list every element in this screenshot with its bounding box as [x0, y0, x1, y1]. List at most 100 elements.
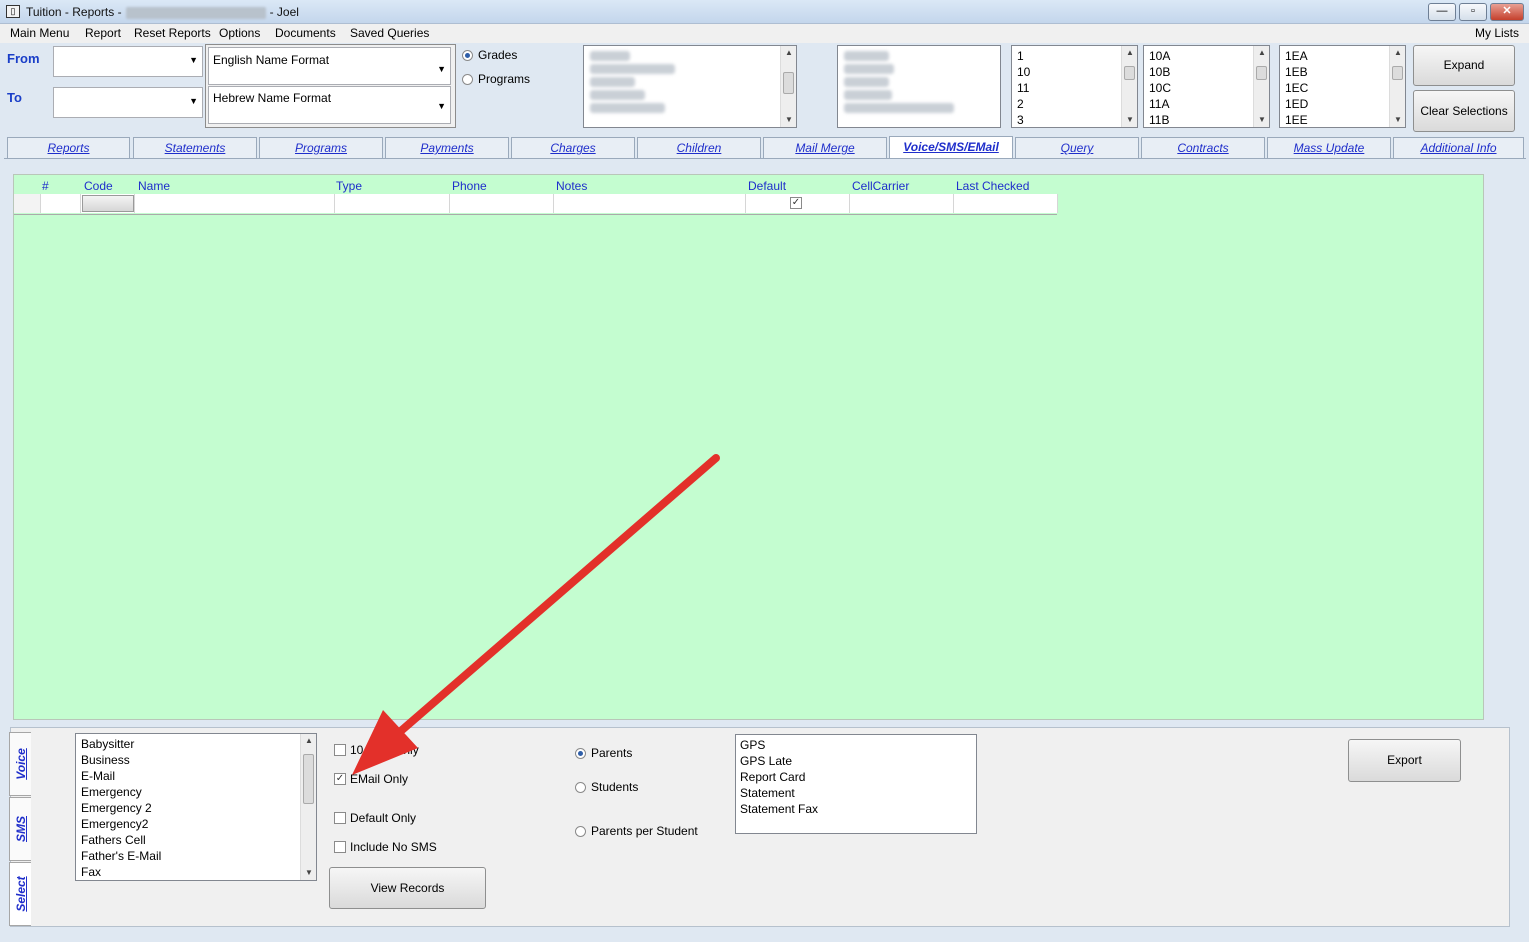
scroll-down-icon[interactable]: ▼: [781, 113, 796, 127]
vtab-voice[interactable]: Voice: [9, 732, 31, 796]
students-radio[interactable]: [575, 782, 586, 793]
scroll-thumb[interactable]: [1124, 66, 1135, 80]
list-item[interactable]: 1EC: [1280, 80, 1405, 96]
list-item[interactable]: 1EB: [1280, 64, 1405, 80]
grades-radio[interactable]: [462, 50, 473, 61]
families-listbox[interactable]: [837, 45, 1001, 128]
cell-default[interactable]: ✓: [746, 194, 850, 213]
contacts-grid[interactable]: # Code Name Type Phone Notes Default Cel…: [13, 174, 1484, 720]
list-item[interactable]: Father's E-Mail: [76, 848, 316, 864]
tab-contracts[interactable]: Contracts: [1141, 137, 1265, 158]
tab-statements[interactable]: Statements: [133, 137, 257, 158]
scroll-up-icon[interactable]: ▲: [301, 734, 316, 748]
menu-options[interactable]: Options: [219, 26, 260, 40]
scroll-thumb[interactable]: [1256, 66, 1267, 80]
expand-button[interactable]: Expand: [1413, 45, 1515, 86]
email-only-checkbox[interactable]: ✓: [334, 773, 346, 785]
code-lookup-button[interactable]: [82, 195, 134, 212]
list-item[interactable]: Emergency2: [76, 816, 316, 832]
scroll-up-icon[interactable]: ▲: [1122, 46, 1137, 60]
list-item[interactable]: 11B: [1144, 112, 1269, 127]
list-item[interactable]: Babysitter: [76, 736, 316, 752]
tab-reports[interactable]: Reports: [7, 137, 130, 158]
list-item[interactable]: Emergency: [76, 784, 316, 800]
tab-mail-merge[interactable]: Mail Merge: [763, 137, 887, 158]
hebrew-name-format-combo[interactable]: Hebrew Name Format ▼: [208, 86, 451, 124]
cell-last-checked[interactable]: [954, 194, 1058, 213]
scroll-up-icon[interactable]: ▲: [1254, 46, 1269, 60]
list-item[interactable]: 11: [1012, 80, 1137, 96]
cell-code[interactable]: [81, 194, 135, 213]
scroll-thumb[interactable]: [783, 72, 794, 94]
list-item[interactable]: Business: [76, 752, 316, 768]
list-item[interactable]: GPS: [736, 737, 976, 753]
col-header-type[interactable]: Type: [336, 179, 362, 193]
col-header-last-checked[interactable]: Last Checked: [956, 179, 1029, 193]
grades-listbox[interactable]: 1 10 11 2 3 ▲ ▼: [1011, 45, 1138, 128]
list-item[interactable]: 10C: [1144, 80, 1269, 96]
ten-digit-only-checkbox[interactable]: [334, 744, 346, 756]
list-item[interactable]: GPS Late: [736, 753, 976, 769]
scroll-up-icon[interactable]: ▲: [781, 46, 796, 60]
menu-saved-queries[interactable]: Saved Queries: [350, 26, 429, 40]
parents-per-student-radio[interactable]: [575, 826, 586, 837]
close-button[interactable]: ✕: [1490, 3, 1524, 21]
cell-notes[interactable]: [554, 194, 746, 213]
menu-report[interactable]: Report: [85, 26, 121, 40]
export-button[interactable]: Export: [1348, 739, 1461, 782]
from-date-combo[interactable]: ▼: [53, 46, 203, 77]
list-item[interactable]: 1EA: [1280, 48, 1405, 64]
col-header-phone[interactable]: Phone: [452, 179, 487, 193]
list-item[interactable]: Fax: [76, 864, 316, 880]
scrollbar[interactable]: ▲ ▼: [300, 734, 316, 880]
menu-main-menu[interactable]: Main Menu: [10, 26, 69, 40]
maximize-button[interactable]: ▫: [1459, 3, 1487, 21]
list-item[interactable]: Fathers Cell: [76, 832, 316, 848]
scroll-up-icon[interactable]: ▲: [1390, 46, 1405, 60]
list-item[interactable]: 10B: [1144, 64, 1269, 80]
default-only-checkbox[interactable]: [334, 812, 346, 824]
sections-listbox[interactable]: 1EA 1EB 1EC 1ED 1EE ▲ ▼: [1279, 45, 1406, 128]
col-header-number[interactable]: #: [42, 179, 49, 193]
row-selector[interactable]: [14, 194, 41, 213]
scrollbar[interactable]: ▲ ▼: [1389, 46, 1405, 127]
english-name-format-combo[interactable]: English Name Format ▼: [208, 47, 451, 85]
tab-charges[interactable]: Charges: [511, 137, 635, 158]
list-item[interactable]: Statement Fax: [736, 801, 976, 817]
list-item[interactable]: Report Card: [736, 769, 976, 785]
scroll-down-icon[interactable]: ▼: [1122, 113, 1137, 127]
cell-cellcarrier[interactable]: [850, 194, 954, 213]
classes-listbox[interactable]: 10A 10B 10C 11A 11B ▲ ▼: [1143, 45, 1270, 128]
vtab-sms[interactable]: SMS: [9, 797, 31, 861]
scrollbar[interactable]: ▲ ▼: [780, 46, 796, 127]
parents-radio[interactable]: [575, 748, 586, 759]
tab-payments[interactable]: Payments: [385, 137, 509, 158]
scroll-thumb[interactable]: [1392, 66, 1403, 80]
cell-number[interactable]: [41, 194, 81, 213]
scroll-down-icon[interactable]: ▼: [1254, 113, 1269, 127]
programs-radio[interactable]: [462, 74, 473, 85]
phone-type-listbox[interactable]: Babysitter Business E-Mail Emergency Eme…: [75, 733, 317, 881]
students-listbox[interactable]: ▲ ▼: [583, 45, 797, 128]
tab-children[interactable]: Children: [637, 137, 761, 158]
scroll-down-icon[interactable]: ▼: [301, 866, 316, 880]
minimize-button[interactable]: —: [1428, 3, 1456, 21]
list-item[interactable]: 1ED: [1280, 96, 1405, 112]
list-item[interactable]: 3: [1012, 112, 1137, 127]
to-date-combo[interactable]: ▼: [53, 87, 203, 118]
scrollbar[interactable]: ▲ ▼: [1253, 46, 1269, 127]
list-item[interactable]: 11A: [1144, 96, 1269, 112]
default-checkbox[interactable]: ✓: [790, 197, 802, 209]
cell-name[interactable]: [135, 194, 335, 213]
tab-voice-sms-email[interactable]: Voice/SMS/EMail: [889, 136, 1013, 159]
cell-phone[interactable]: [450, 194, 554, 213]
list-item[interactable]: 1: [1012, 48, 1137, 64]
clear-selections-button[interactable]: Clear Selections: [1413, 90, 1515, 132]
scrollbar[interactable]: ▲ ▼: [1121, 46, 1137, 127]
list-item[interactable]: E-Mail: [76, 768, 316, 784]
col-header-code[interactable]: Code: [84, 179, 113, 193]
list-item[interactable]: Statement: [736, 785, 976, 801]
col-header-name[interactable]: Name: [138, 179, 170, 193]
list-item[interactable]: 2: [1012, 96, 1137, 112]
vtab-select[interactable]: Select: [9, 862, 31, 926]
